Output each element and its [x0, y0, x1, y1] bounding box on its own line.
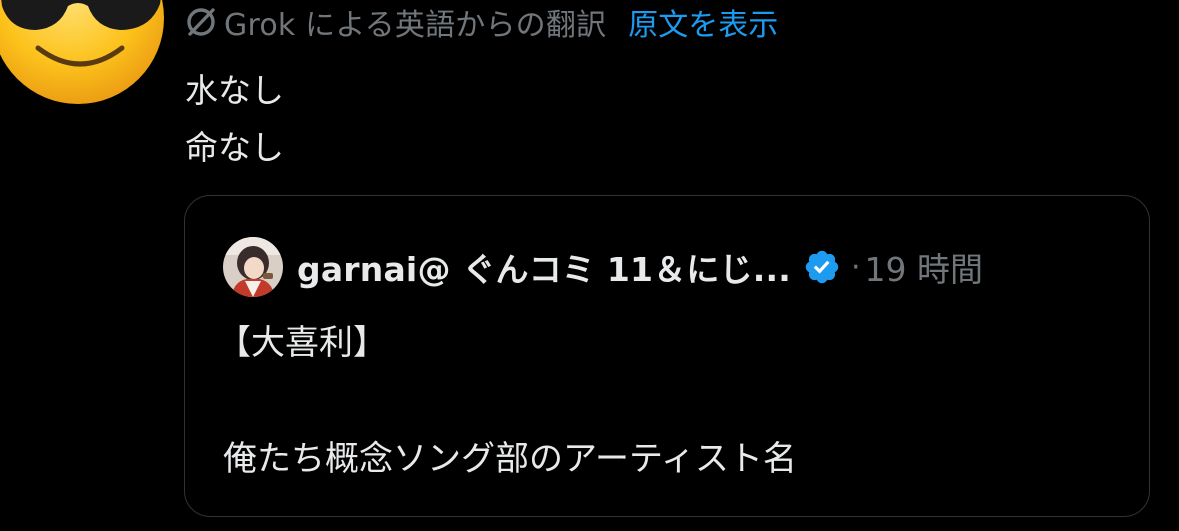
quote-title: 【大喜利】	[217, 323, 387, 363]
quote-header: garnai@ ぐんコミ 11＆にじ... · 19 時間	[223, 236, 983, 298]
show-original-link[interactable]: 原文を表示	[628, 0, 778, 44]
author-avatar[interactable]	[0, 0, 166, 106]
quote-timestamp[interactable]: 19 時間	[865, 243, 983, 291]
quote-text: 俺たち概念ソング部のアーティスト名	[223, 439, 797, 479]
tweet-text: 水なし 命なし	[185, 62, 284, 176]
tweet-text-line: 命なし	[185, 128, 284, 167]
grok-icon	[187, 8, 215, 36]
quote-blank-line	[223, 370, 797, 432]
quote-tweet-card[interactable]: garnai@ ぐんコミ 11＆にじ... · 19 時間 【大喜利】 俺たち概…	[184, 195, 1150, 517]
quote-body: 【大喜利】 俺たち概念ソング部のアーティスト名	[217, 316, 797, 486]
translation-bar: Grok による英語からの翻訳 原文を表示	[184, 0, 778, 44]
quote-author-avatar[interactable]	[223, 237, 283, 297]
verified-badge-icon	[805, 250, 839, 284]
quote-author-name[interactable]: garnai@ ぐんコミ 11＆にじ...	[297, 243, 791, 291]
separator-dot: ·	[850, 249, 861, 285]
translation-label: Grok による英語からの翻訳	[224, 8, 607, 43]
tweet-text-line: 水なし	[185, 71, 284, 110]
